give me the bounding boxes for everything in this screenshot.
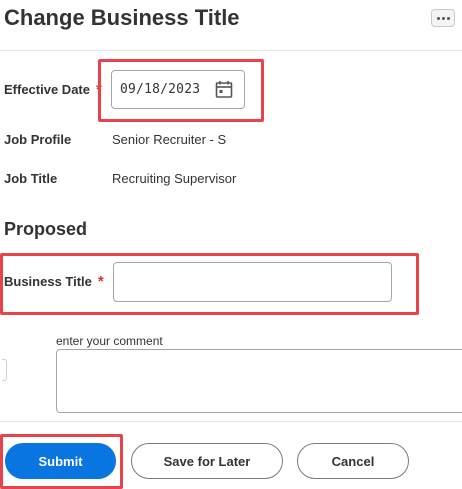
comment-textarea[interactable]	[56, 349, 462, 413]
more-horizontal-icon	[436, 16, 440, 20]
required-indicator: *	[95, 81, 102, 98]
required-indicator: *	[97, 273, 104, 290]
effective-date-value[interactable]: 09/18/2023	[120, 82, 200, 97]
cancel-button[interactable]: Cancel	[297, 443, 409, 479]
proposed-heading: Proposed	[4, 219, 88, 239]
more-actions-button[interactable]	[431, 9, 455, 27]
calendar-icon[interactable]	[215, 80, 233, 99]
effective-date-label: Effective Date *	[4, 81, 102, 98]
job-profile-label: Job Profile	[4, 132, 72, 147]
change-business-title-page: Change Business Title Effective Date * 09…	[0, 0, 462, 489]
save-for-later-button[interactable]: Save for Later	[131, 443, 283, 479]
header-divider	[0, 50, 462, 51]
business-title-input[interactable]	[113, 262, 392, 302]
page-title: Change Business Title	[4, 5, 240, 30]
footer-divider	[0, 421, 462, 422]
comment-label: enter your comment	[56, 334, 163, 348]
comment-toggle[interactable]	[2, 359, 7, 381]
job-profile-value: Senior Recruiter - S	[112, 132, 227, 147]
job-title-label: Job Title	[4, 171, 58, 186]
business-title-label: Business Title *	[4, 273, 104, 290]
effective-date-input[interactable]: 09/18/2023	[111, 70, 245, 109]
submit-button[interactable]: Submit	[5, 443, 116, 479]
job-title-value: Recruiting Supervisor	[112, 171, 237, 186]
